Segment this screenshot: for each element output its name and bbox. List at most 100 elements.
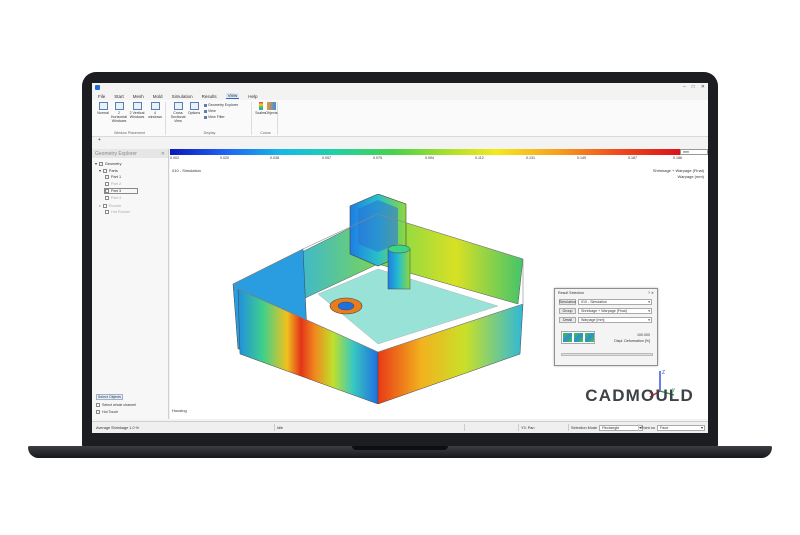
point-on-select[interactable]: Face ▾ bbox=[656, 424, 705, 431]
result-unit-label: Warpage (mm) bbox=[677, 174, 704, 179]
cross-section-button[interactable]: Cross Sectional View bbox=[170, 102, 186, 123]
quick-add-bar: + bbox=[92, 137, 708, 143]
svg-text:Z: Z bbox=[662, 370, 665, 376]
3d-viewport[interactable]: mm 0.002 0.020 0.038 0.057 0.075 0.094 0… bbox=[170, 149, 708, 419]
deformation-slider[interactable] bbox=[561, 353, 653, 356]
chevron-down-icon: ▾ bbox=[648, 318, 650, 322]
horizontal-windows-button[interactable]: 2 Horizontal Windows bbox=[111, 102, 127, 123]
status-bar: Average Shrinkage 1.0 % Idle Y3: Pan Sel… bbox=[92, 421, 708, 433]
deformation-preview[interactable] bbox=[561, 331, 595, 344]
status-average-shrinkage: Average Shrinkage 1.0 % bbox=[96, 425, 139, 430]
vertical-windows-button[interactable]: 2 Vertical Windows bbox=[129, 102, 145, 119]
status-coordinates bbox=[464, 424, 467, 431]
deformation-value: 100.000 Displ. Deformation [%] bbox=[614, 333, 650, 343]
detail-row: Detail Warpage [mm] ▾ bbox=[559, 317, 652, 323]
menu-start[interactable]: Start bbox=[114, 94, 124, 99]
window-placement-group: Normal 2 Horizontal Windows 2 Vertical W… bbox=[94, 102, 166, 135]
cadmould-logo: CADMOULD bbox=[585, 386, 694, 405]
normal-button[interactable]: Normal bbox=[96, 102, 110, 115]
close-icon[interactable]: ✕ bbox=[701, 84, 705, 90]
chevron-down-icon: ▾ bbox=[701, 426, 703, 430]
menu-simulation[interactable]: Simulation bbox=[172, 94, 193, 99]
colors-group: Scales Objects Colors bbox=[254, 102, 278, 135]
laptop-notch bbox=[352, 446, 448, 450]
geometry-explorer-toggle[interactable]: Geometry Explorer bbox=[204, 103, 238, 107]
scale-tick: 0.112 bbox=[475, 156, 484, 160]
panel-title: Geometry Explorer ✕ bbox=[92, 149, 168, 158]
scale-tick: 0.167 bbox=[628, 156, 637, 160]
menu-help[interactable]: Help bbox=[248, 94, 257, 99]
selection-mode-select[interactable]: Rectangle ▾ bbox=[599, 424, 644, 431]
tree-part-1[interactable]: Part 1 bbox=[105, 175, 121, 179]
scales-button[interactable]: Scales bbox=[255, 102, 266, 115]
tree-parts[interactable]: ▾ Parts bbox=[99, 168, 118, 173]
scale-tick: 0.094 bbox=[425, 156, 434, 160]
window-controls[interactable]: – □ ✕ bbox=[683, 84, 705, 90]
preview-icon bbox=[584, 333, 594, 342]
view-filter-toggle[interactable]: View Filter bbox=[204, 115, 225, 119]
menu-file[interactable]: File bbox=[98, 94, 105, 99]
help-icon[interactable]: ? bbox=[648, 291, 650, 295]
menu-mold[interactable]: Mold bbox=[153, 94, 163, 99]
add-icon[interactable]: + bbox=[98, 137, 101, 143]
colors-label: Colors bbox=[260, 131, 271, 135]
scale-tick: 0.020 bbox=[220, 156, 229, 160]
result-selection-dialog: Result Selection ? ✕ Simulation 010 - Si… bbox=[554, 288, 658, 366]
app-screen: – □ ✕ File Start Mesh Mold Simulation Re… bbox=[92, 83, 708, 433]
tree-part-3[interactable]: Part 3 bbox=[103, 188, 139, 194]
chevron-down-icon: ▾ bbox=[648, 309, 650, 313]
hot-touch-option[interactable]: Hot Touch bbox=[96, 410, 118, 414]
status-mode: Y3: Pan bbox=[518, 424, 535, 431]
chevron-down-icon: ▾ bbox=[648, 300, 650, 304]
tree-runner[interactable]: ▸ Runner bbox=[99, 203, 121, 208]
view-toggle[interactable]: View bbox=[204, 109, 216, 113]
menu-results[interactable]: Results bbox=[202, 94, 217, 99]
color-scale-bar bbox=[170, 149, 680, 155]
selection-mode-group: Selection Mode Rectangle ▾ bbox=[568, 424, 644, 431]
title-bar: – □ ✕ bbox=[92, 83, 708, 92]
minimize-icon[interactable]: – bbox=[683, 84, 686, 90]
preview-icon bbox=[573, 333, 583, 342]
four-windows-button[interactable]: 4 windows bbox=[147, 102, 163, 119]
scale-tick: 0.002 bbox=[170, 156, 179, 160]
status-state: Idle bbox=[274, 424, 283, 431]
group-row: Group Shrinkage + Warpage (Final) ▾ bbox=[559, 308, 652, 314]
menu-view[interactable]: View bbox=[225, 93, 240, 99]
objects-button[interactable]: Objects bbox=[265, 102, 278, 115]
tree-hot-runner[interactable]: Hot Runner bbox=[105, 210, 130, 214]
menu-mesh[interactable]: Mesh bbox=[133, 94, 144, 99]
tree-part-2[interactable]: Part 2 bbox=[105, 182, 121, 186]
result-type-label: Shrinkage + Warpage (Final) bbox=[652, 168, 704, 173]
simulation-label: 010 - Simulation bbox=[172, 168, 201, 173]
select-objects-button[interactable]: Select Objects bbox=[96, 394, 123, 400]
dialog-title-bar: Result Selection ? ✕ bbox=[558, 291, 654, 295]
scale-tick: 0.186 bbox=[673, 156, 682, 160]
part-name-label: Housing bbox=[172, 408, 187, 413]
select-whole-channel-option[interactable]: Select whole channel bbox=[96, 403, 136, 407]
close-panel-icon[interactable]: ✕ bbox=[161, 151, 165, 157]
simulation-select[interactable]: 010 - Simulation ▾ bbox=[578, 299, 652, 305]
color-scale-unit: mm bbox=[680, 149, 708, 155]
geometry-explorer-panel: Geometry Explorer ✕ ▾ Geometry ▾ Parts P… bbox=[92, 149, 169, 419]
warpage-model[interactable] bbox=[228, 194, 528, 404]
menu-bar: File Start Mesh Mold Simulation Results … bbox=[92, 92, 708, 100]
dialog-close-icon[interactable]: ✕ bbox=[651, 291, 654, 295]
display-group: Cross Sectional View Options Geometry Ex… bbox=[168, 102, 252, 135]
maximize-icon[interactable]: □ bbox=[692, 84, 695, 90]
tree-part-4[interactable]: Part 4 bbox=[105, 196, 121, 200]
scale-tick: 0.057 bbox=[322, 156, 331, 160]
scale-tick: 0.038 bbox=[270, 156, 279, 160]
point-on-group: Point on Face ▾ bbox=[638, 424, 705, 431]
detail-select[interactable]: Warpage [mm] ▾ bbox=[578, 317, 652, 323]
group-select[interactable]: Shrinkage + Warpage (Final) ▾ bbox=[578, 308, 652, 314]
scale-tick: 0.149 bbox=[577, 156, 586, 160]
options-button[interactable]: Options bbox=[188, 102, 200, 115]
ribbon: Normal 2 Horizontal Windows 2 Vertical W… bbox=[92, 100, 708, 137]
scale-tick: 0.075 bbox=[373, 156, 382, 160]
display-label: Display bbox=[203, 131, 216, 135]
preview-icon bbox=[562, 333, 572, 342]
tree-geometry[interactable]: ▾ Geometry bbox=[95, 161, 122, 166]
app-icon bbox=[95, 85, 100, 90]
simulation-row: Simulation 010 - Simulation ▾ bbox=[559, 299, 652, 305]
scale-tick: 0.131 bbox=[526, 156, 535, 160]
